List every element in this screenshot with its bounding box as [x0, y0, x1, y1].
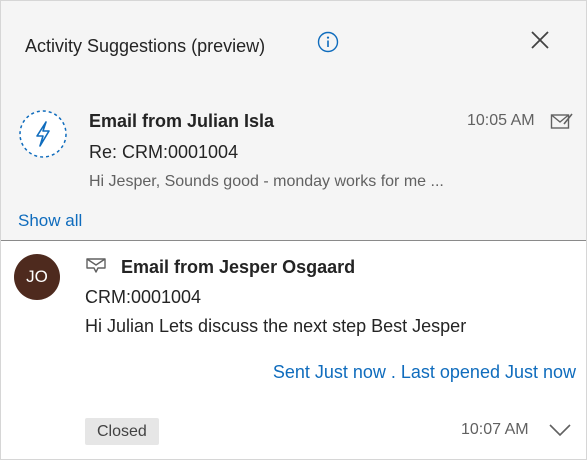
email-body: Hi Julian Lets discuss the next step Bes…	[85, 316, 467, 336]
email-subject: CRM:0001004	[85, 287, 202, 307]
suggestion-preview: Hi Jesper, Sounds good - monday works fo…	[89, 173, 444, 190]
panel-title: Activity Suggestions (preview)	[25, 36, 266, 56]
close-icon[interactable]	[530, 30, 550, 50]
sent-status: Sent Just now . Last opened Just now	[272, 362, 576, 382]
activity-panel: Activity Suggestions (preview) Email fro…	[0, 0, 587, 460]
activity-suggestions-section: Activity Suggestions (preview) Email fro…	[1, 1, 586, 240]
show-all-link[interactable]: Show all	[18, 211, 82, 231]
suggestion-time: 10:05 AM	[467, 112, 535, 129]
sent-email-icon	[86, 258, 106, 273]
suggestion-sender: Email from Julian Isla	[89, 111, 275, 131]
avatar: JO	[14, 254, 60, 300]
section-divider	[1, 240, 586, 241]
chevron-down-icon[interactable]	[547, 420, 573, 440]
suggestion-subject: Re: CRM:0001004	[89, 142, 239, 162]
info-icon[interactable]	[317, 31, 339, 53]
envelope-icon	[550, 113, 573, 129]
email-time: 10:07 AM	[461, 421, 529, 438]
status-badge: Closed	[85, 418, 159, 445]
email-sender: Email from Jesper Osgaard	[121, 257, 356, 277]
lightning-bolt-icon	[19, 110, 67, 158]
